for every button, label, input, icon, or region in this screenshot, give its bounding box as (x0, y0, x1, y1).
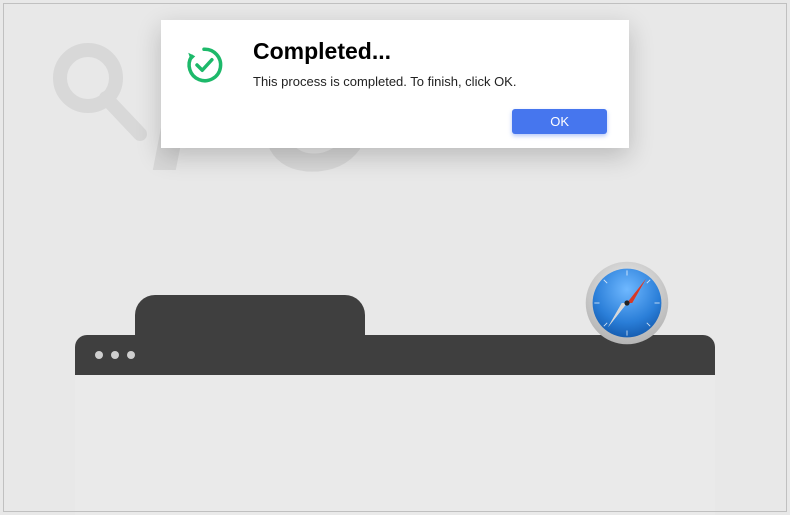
dialog-title: Completed... (253, 38, 607, 68)
dialog-button-row: OK (253, 109, 607, 134)
window-control-dot (111, 351, 119, 359)
safari-compass-icon (584, 260, 670, 346)
refresh-check-icon (183, 44, 233, 91)
window-control-dot (127, 351, 135, 359)
completed-dialog: Completed... This process is completed. … (161, 20, 629, 148)
window-control-dot (95, 351, 103, 359)
browser-viewport (75, 375, 715, 515)
ok-button[interactable]: OK (512, 109, 607, 134)
dialog-message: This process is completed. To finish, cl… (253, 74, 607, 92)
